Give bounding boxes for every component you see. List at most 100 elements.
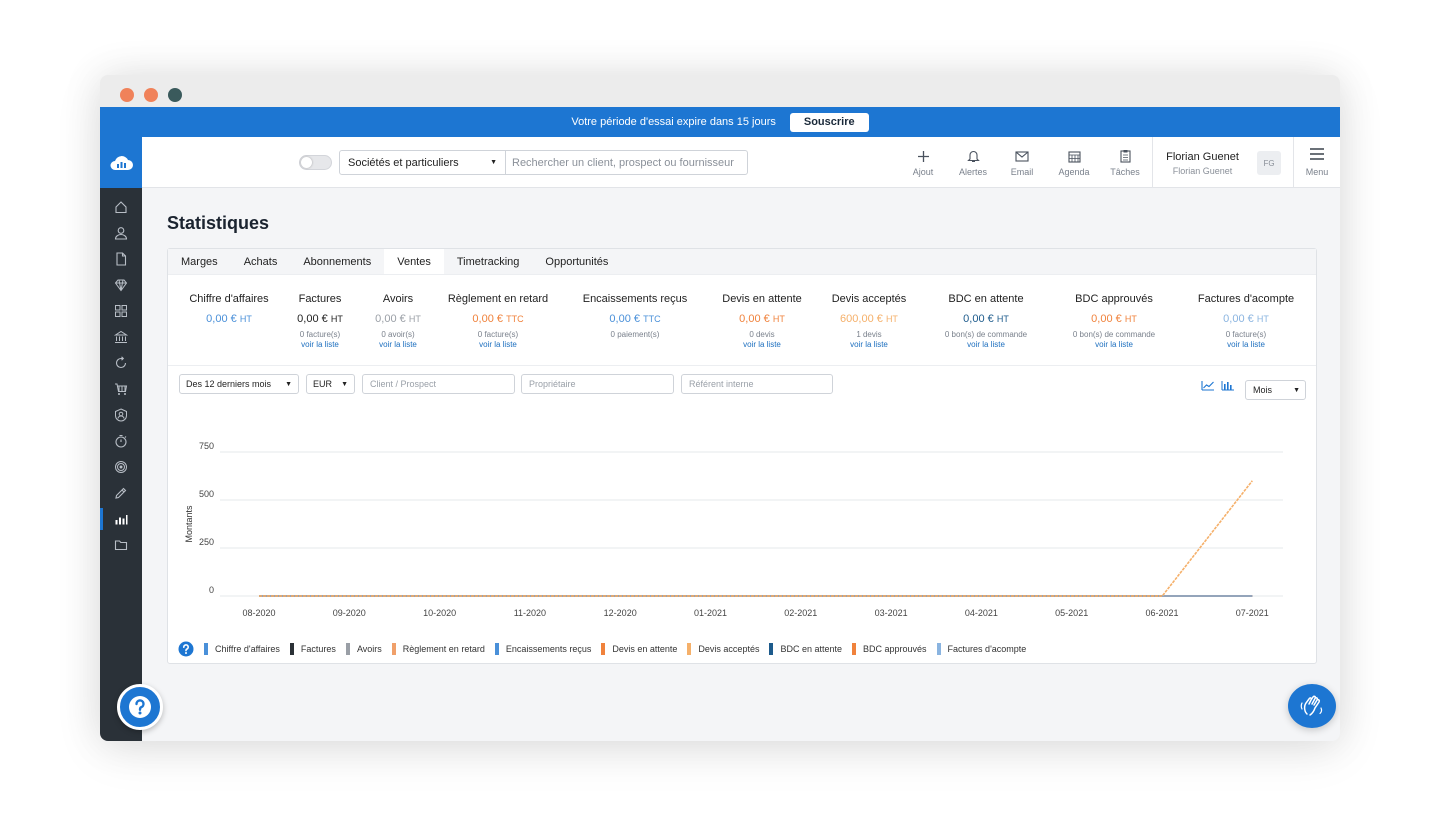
sidebar-item-files[interactable] bbox=[100, 532, 142, 558]
kpi-value-line: 0,00 € TTC bbox=[583, 313, 688, 325]
bell-icon bbox=[951, 147, 995, 165]
legend-swatch bbox=[852, 643, 856, 655]
legend-item[interactable]: Avoirs bbox=[345, 643, 382, 655]
sidebar-item-subscriptions[interactable] bbox=[100, 350, 142, 376]
tab-ventes[interactable]: Ventes bbox=[384, 249, 444, 274]
kpi-list-link[interactable]: voir la liste bbox=[1198, 340, 1294, 349]
search-scope-value: Sociétés et particuliers bbox=[348, 156, 459, 169]
legend-swatch bbox=[494, 643, 499, 655]
calendar-icon bbox=[1052, 147, 1096, 165]
referent-filter-input[interactable] bbox=[681, 374, 833, 394]
kpi-value: 0,00 € bbox=[1223, 313, 1254, 325]
legend-item[interactable]: Règlement en retard bbox=[391, 643, 485, 655]
avatar[interactable]: FG bbox=[1257, 151, 1281, 175]
currency-select[interactable]: EUR ▼ bbox=[306, 374, 355, 394]
kpi-unit: HT bbox=[1256, 314, 1269, 324]
legend-item[interactable]: BDC approuvés bbox=[852, 643, 927, 655]
email-button[interactable]: Email bbox=[1000, 147, 1044, 177]
sidebar-item-contacts[interactable] bbox=[100, 220, 142, 246]
user-menu[interactable]: Florian Guenet Florian Guenet bbox=[1152, 137, 1252, 188]
agenda-button[interactable]: Agenda bbox=[1052, 147, 1096, 177]
sidebar-item-timetracking[interactable] bbox=[100, 428, 142, 454]
granularity-select[interactable]: Mois ▼ bbox=[1245, 380, 1306, 400]
search-scope-select[interactable]: Sociétés et particuliers ▼ bbox=[340, 151, 506, 174]
add-button[interactable]: Ajout bbox=[901, 147, 945, 177]
y-tick-label: 750 bbox=[199, 441, 214, 451]
alerts-button[interactable]: Alertes bbox=[951, 147, 995, 177]
kpi-title: Chiffre d'affaires bbox=[189, 293, 269, 305]
menu-label: Menu bbox=[1305, 167, 1329, 177]
kpi-title: Factures bbox=[298, 293, 342, 305]
line-chart-icon[interactable] bbox=[1201, 380, 1215, 391]
subscribe-button[interactable]: Souscrire bbox=[789, 112, 869, 132]
kpi-card: Règlement en retard 0,00 € TTC 0 facture(s… bbox=[448, 293, 548, 349]
sidebar-item-products[interactable] bbox=[100, 272, 142, 298]
legend-item[interactable]: Devis acceptés bbox=[687, 643, 759, 655]
app-logo[interactable] bbox=[100, 137, 142, 188]
help-circle-icon[interactable] bbox=[178, 641, 194, 657]
bar-chart-icon[interactable] bbox=[1221, 380, 1235, 391]
menu-button[interactable]: Menu bbox=[1293, 137, 1340, 188]
x-tick-label: 11-2020 bbox=[514, 608, 546, 618]
legend-item[interactable]: Factures bbox=[289, 643, 336, 655]
kpi-value-line: 0,00 € HT bbox=[722, 313, 802, 325]
tab-achats[interactable]: Achats bbox=[231, 249, 291, 274]
kpi-list-link[interactable]: voir la liste bbox=[375, 340, 421, 349]
document-icon bbox=[116, 252, 127, 266]
kpi-value-line: 0,00 € HT bbox=[1198, 313, 1294, 325]
help-chat-button[interactable] bbox=[117, 684, 163, 730]
sidebar-item-purchases[interactable] bbox=[100, 376, 142, 402]
kpi-count: 1 devis bbox=[856, 330, 882, 339]
legend-item[interactable]: Devis en attente bbox=[601, 643, 677, 655]
email-label: Email bbox=[1010, 167, 1034, 177]
legend-item[interactable]: Chiffre d'affaires bbox=[204, 643, 280, 655]
kpi-card: Factures 0,00 € HT 0 facture(s) voir la lis… bbox=[297, 293, 343, 349]
legend-label: Factures bbox=[300, 644, 336, 654]
currency-select-value: EUR bbox=[313, 379, 333, 389]
tab-opportunites[interactable]: Opportunités bbox=[532, 249, 621, 274]
sidebar-item-documents[interactable] bbox=[100, 246, 142, 272]
legend-item[interactable]: Encaissements reçus bbox=[494, 643, 591, 655]
sidebar-item-home[interactable] bbox=[100, 194, 142, 220]
user-icon bbox=[114, 227, 128, 240]
chevron-down-icon: ▼ bbox=[490, 159, 497, 166]
tab-abonnements[interactable]: Abonnements bbox=[290, 249, 384, 274]
kpi-card: BDC en attente 0,00 € HT 0 bon(s) de comma… bbox=[945, 293, 1027, 349]
search-mode-toggle[interactable] bbox=[299, 155, 332, 170]
kpi-card: BDC approuvés 0,00 € HT 0 bon(s) de comman… bbox=[1073, 293, 1155, 349]
kpi-list-link[interactable]: voir la liste bbox=[945, 340, 1027, 349]
client-filter-input[interactable] bbox=[362, 374, 515, 394]
kpi-list-link[interactable]: voir la liste bbox=[1073, 340, 1155, 349]
tasks-button[interactable]: Tâches bbox=[1103, 147, 1147, 177]
sidebar-item-hr[interactable] bbox=[100, 402, 142, 428]
kpi-value: 0,00 € bbox=[739, 313, 770, 325]
kpi-list-link[interactable]: voir la liste bbox=[722, 340, 802, 349]
kpi-list-link[interactable]: voir la liste bbox=[832, 340, 907, 349]
owner-filter-input[interactable] bbox=[521, 374, 674, 394]
kpi-list-link[interactable]: voir la liste bbox=[448, 340, 548, 349]
tab-marges[interactable]: Marges bbox=[168, 249, 231, 274]
kpi-title: Devis acceptés bbox=[831, 293, 907, 305]
tab-timetracking[interactable]: Timetracking bbox=[444, 249, 533, 274]
window-close-dot[interactable] bbox=[120, 88, 134, 102]
search-input[interactable] bbox=[506, 151, 747, 174]
period-select[interactable]: Des 12 derniers mois ▼ bbox=[179, 374, 299, 394]
kpi-list-link[interactable]: voir la liste bbox=[297, 340, 343, 349]
sidebar-item-apps[interactable] bbox=[100, 298, 142, 324]
legend-item[interactable]: Factures d'acompte bbox=[936, 643, 1026, 655]
search-bar: Sociétés et particuliers ▼ bbox=[339, 150, 748, 175]
x-tick-label: 05-2021 bbox=[1055, 608, 1088, 618]
legend-item[interactable]: BDC en attente bbox=[769, 643, 842, 655]
kpi-row: Chiffre d'affaires 0,00 € HT Factures 0,00 … bbox=[168, 293, 1316, 363]
window-zoom-dot[interactable] bbox=[168, 88, 182, 102]
sidebar-item-bank[interactable] bbox=[100, 324, 142, 350]
support-wave-button[interactable] bbox=[1288, 684, 1336, 728]
kpi-unit: HT bbox=[1124, 314, 1137, 324]
sidebar-item-notes[interactable] bbox=[100, 480, 142, 506]
sidebar-item-statistics[interactable] bbox=[100, 506, 142, 532]
window-minimize-dot[interactable] bbox=[144, 88, 158, 102]
sidebar-item-opportunities[interactable] bbox=[100, 454, 142, 480]
series-line bbox=[259, 480, 1253, 597]
kpi-count: 0 bon(s) de commande bbox=[1072, 330, 1156, 339]
x-tick-label: 08-2020 bbox=[242, 608, 275, 618]
